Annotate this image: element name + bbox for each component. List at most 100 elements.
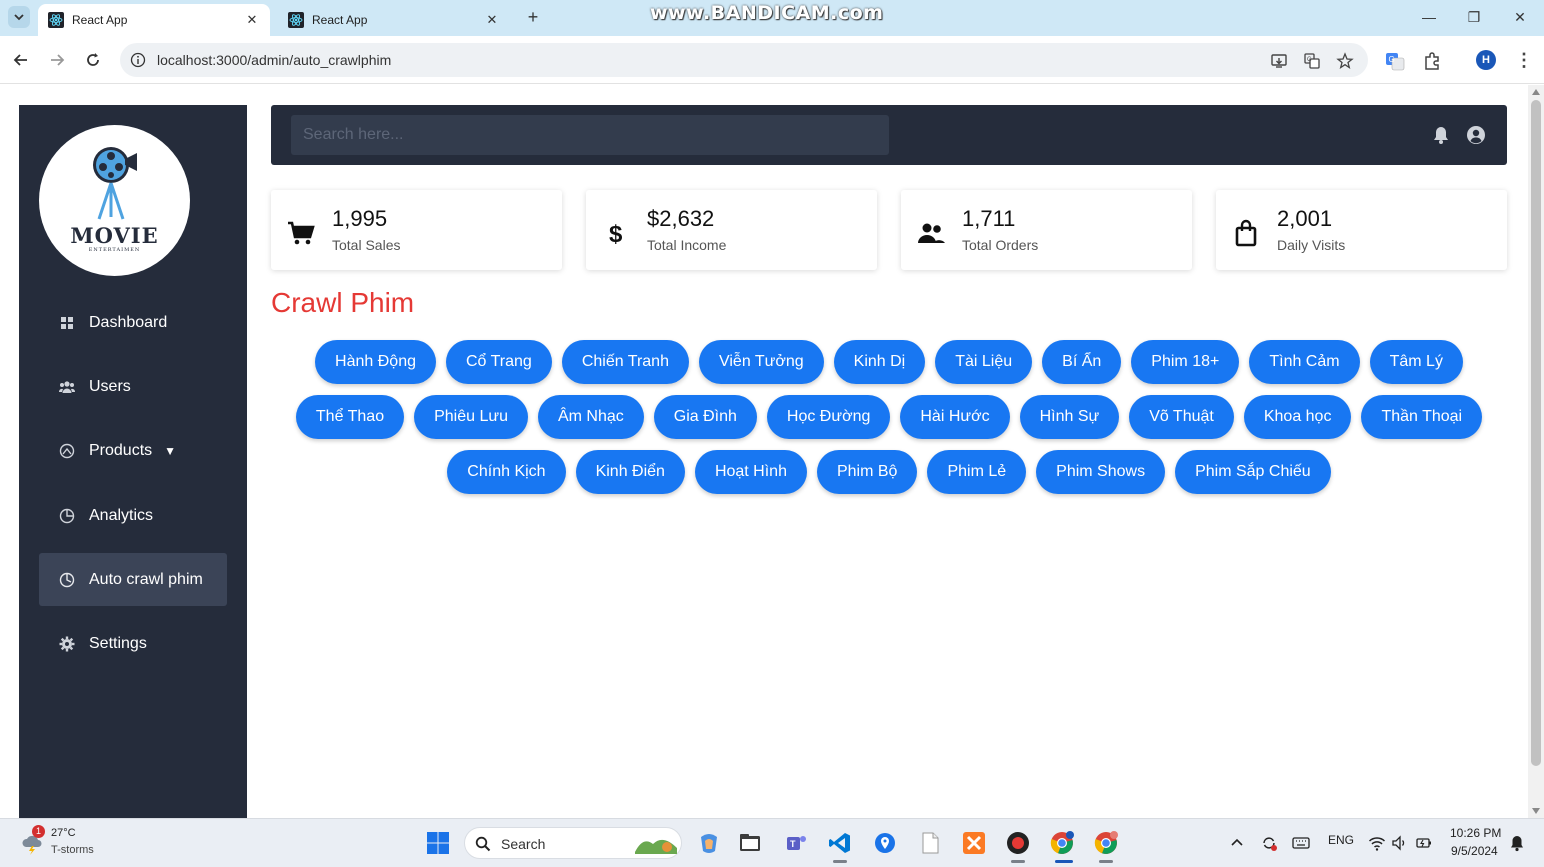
chrome-profile-h-icon[interactable] — [1050, 831, 1074, 855]
profile-avatar[interactable]: H — [1476, 50, 1496, 70]
stat-card-total-sales: 1,995 Total Sales — [271, 190, 562, 270]
react-favicon-icon — [288, 12, 304, 28]
browser-tab[interactable]: React App ✕ — [278, 4, 510, 36]
genre-button[interactable]: Phim Lẻ — [927, 450, 1027, 494]
genre-button[interactable]: Hoạt Hình — [694, 450, 807, 494]
genre-button[interactable]: Thần Thoại — [1361, 395, 1483, 439]
chrome-profile-icon[interactable] — [1094, 831, 1118, 855]
genre-button[interactable]: Thể Thao — [295, 395, 405, 439]
stat-value: 1,711 — [962, 206, 1016, 231]
tab-close-icon[interactable]: ✕ — [244, 12, 260, 28]
maps-pin-icon[interactable] — [873, 831, 897, 855]
back-icon[interactable] — [9, 48, 33, 72]
genre-button[interactable]: Võ Thuật — [1129, 395, 1234, 439]
genre-button[interactable]: Hành Động — [315, 340, 436, 384]
genre-button[interactable]: Phiêu Lưu — [414, 395, 528, 439]
cart-icon — [288, 221, 315, 245]
scroll-up-icon[interactable] — [1532, 89, 1540, 95]
restore-icon[interactable]: ❐ — [1459, 6, 1489, 28]
genre-button[interactable]: Phim 18+ — [1131, 340, 1240, 384]
notepad-icon[interactable] — [918, 831, 942, 855]
xampp-icon[interactable] — [962, 831, 986, 855]
genre-button[interactable]: Tài Liệu — [935, 340, 1033, 384]
sidebar-item-auto-crawl-phim[interactable]: Auto crawl phim — [39, 553, 227, 606]
bandicam-record-icon[interactable] — [1006, 831, 1030, 855]
clock-icon — [59, 572, 75, 588]
tab-close-icon[interactable]: ✕ — [484, 12, 500, 28]
extensions-puzzle-icon[interactable] — [1422, 51, 1442, 71]
browser-menu-icon[interactable]: ⋮ — [1515, 50, 1533, 70]
sidebar-item-settings[interactable]: Settings — [39, 617, 227, 670]
bookmark-star-icon[interactable] — [1336, 52, 1354, 70]
volume-icon[interactable] — [1391, 834, 1409, 852]
site-info-icon[interactable] — [130, 52, 146, 68]
copilot-icon[interactable] — [697, 831, 721, 855]
genre-button[interactable]: Hình Sự — [1019, 395, 1120, 439]
genre-button[interactable]: Phim Sắp Chiếu — [1175, 450, 1331, 494]
forward-icon[interactable] — [45, 48, 69, 72]
notification-bell-icon[interactable] — [1431, 125, 1451, 145]
genre-button[interactable]: Kinh Dị — [833, 340, 926, 384]
install-app-icon[interactable] — [1270, 52, 1288, 70]
genre-button[interactable]: Chính Kịch — [447, 450, 566, 494]
taskbar-clock-time[interactable]: 10:26 PM — [1450, 826, 1501, 840]
google-translate-extension-icon[interactable]: G — [1385, 51, 1405, 71]
taskbar-search-label: Search — [501, 836, 546, 852]
window-close-icon[interactable]: ✕ — [1505, 6, 1535, 28]
sidebar-item-products[interactable]: Products ▼ — [39, 424, 227, 477]
notification-center-bell-icon[interactable] — [1508, 834, 1526, 852]
genre-button[interactable]: Bí Ẩn — [1042, 340, 1122, 384]
sync-icon[interactable] — [1260, 834, 1278, 852]
url-text[interactable]: localhost:3000/admin/auto_crawlphim — [157, 52, 391, 68]
svg-text:T: T — [790, 839, 796, 849]
input-language[interactable]: ENG — [1328, 833, 1354, 847]
page-scrollbar[interactable] — [1528, 85, 1544, 818]
genre-button[interactable]: Phim Shows — [1036, 450, 1166, 494]
reload-icon[interactable] — [81, 48, 105, 72]
weather-temperature[interactable]: 27°C — [51, 827, 76, 839]
windows-start-icon[interactable] — [426, 831, 450, 855]
scroll-down-icon[interactable] — [1532, 808, 1540, 814]
search-input[interactable] — [291, 115, 889, 155]
genre-button[interactable]: Khoa học — [1243, 395, 1352, 439]
genre-button[interactable]: Gia Đình — [653, 395, 757, 439]
address-bar[interactable]: localhost:3000/admin/auto_crawlphim G — [120, 43, 1368, 77]
keyboard-icon[interactable] — [1292, 834, 1310, 852]
genre-button[interactable]: Học Đường — [766, 395, 891, 439]
pie-icon — [59, 508, 75, 524]
genre-button[interactable]: Chiến Tranh — [561, 340, 689, 384]
new-tab-button[interactable]: + — [522, 7, 544, 29]
search-highlight-icon — [635, 839, 677, 854]
genre-button[interactable]: Phim Bộ — [816, 450, 918, 494]
dropdown-caret-icon[interactable]: ▼ — [164, 444, 176, 458]
genre-button[interactable]: Tâm Lý — [1369, 340, 1463, 384]
show-hidden-icons-chevron-icon[interactable] — [1228, 834, 1246, 852]
teams-icon[interactable]: T — [784, 831, 808, 855]
scrollbar-thumb[interactable] — [1531, 100, 1541, 766]
sidebar-item-label: Analytics — [89, 506, 154, 524]
genre-button[interactable]: Viễn Tưởng — [698, 340, 824, 384]
search-icon — [475, 836, 491, 852]
file-explorer-icon[interactable] — [738, 831, 762, 855]
vscode-icon[interactable] — [828, 831, 852, 855]
weather-description[interactable]: T-storms — [51, 844, 94, 856]
genre-button[interactable]: Kinh Điển — [575, 450, 685, 494]
wifi-icon[interactable] — [1368, 834, 1386, 852]
movie-logo[interactable]: MOVIE ENTERTAIMEN — [39, 125, 190, 276]
sidebar-item-analytics[interactable]: Analytics — [39, 489, 227, 542]
genre-button[interactable]: Âm Nhạc — [537, 395, 644, 439]
translate-icon[interactable]: G — [1303, 52, 1321, 70]
tab-list-button[interactable] — [8, 6, 30, 28]
browser-tab-active[interactable]: React App ✕ — [38, 4, 270, 36]
sidebar-item-dashboard[interactable]: Dashboard — [39, 296, 227, 349]
taskbar-search-box[interactable]: Search — [464, 827, 682, 859]
minimize-icon[interactable]: — — [1414, 6, 1444, 28]
taskbar-clock-date[interactable]: 9/5/2024 — [1451, 844, 1498, 858]
genre-button[interactable]: Cổ Trang — [446, 340, 552, 384]
sidebar-item-users[interactable]: Users — [39, 360, 227, 413]
genre-button[interactable]: Tình Cảm — [1249, 340, 1360, 384]
battery-icon[interactable] — [1415, 834, 1433, 852]
user-account-icon[interactable] — [1466, 125, 1486, 145]
genre-button[interactable]: Hài Hước — [900, 395, 1010, 439]
gear-icon — [59, 636, 75, 652]
